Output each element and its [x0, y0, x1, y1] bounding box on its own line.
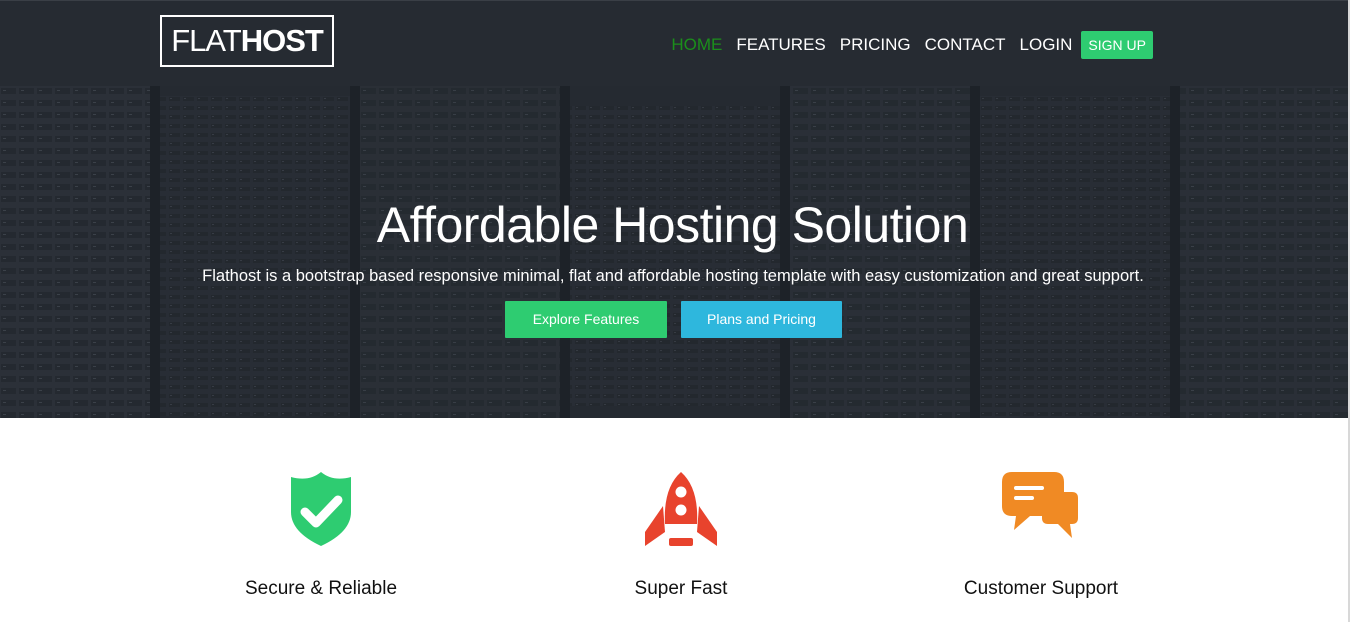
brand-logo[interactable]: FLATHOST — [160, 15, 334, 67]
hero-banner: Affordable Hosting Solution Flathost is … — [0, 86, 1350, 418]
top-navbar: FLATHOST HOME FEATURES PRICING CONTACT L… — [0, 0, 1350, 86]
feature-label: Customer Support — [963, 578, 1119, 599]
main-nav: HOME FEATURES PRICING CONTACT LOGIN SIGN… — [657, 31, 1153, 59]
feature-fast: Super Fast — [501, 418, 861, 622]
nav-item-home[interactable]: HOME — [671, 31, 722, 59]
nav-item-login[interactable]: LOGIN — [1020, 31, 1073, 59]
rocket-icon — [501, 472, 861, 548]
shield-check-icon — [141, 472, 501, 548]
chat-bubbles-icon — [861, 472, 1221, 548]
nav-item-pricing[interactable]: PRICING — [840, 31, 911, 59]
nav-item-contact[interactable]: CONTACT — [925, 31, 1006, 59]
signup-button[interactable]: SIGN UP — [1081, 31, 1153, 59]
hero-title: Affordable Hosting Solution — [376, 197, 969, 253]
brand-logo-bold: HOST — [240, 23, 324, 58]
feature-support: Customer Support — [861, 418, 1221, 622]
feature-label: Secure & Reliable — [244, 578, 398, 599]
brand-logo-light: FLAT — [171, 23, 241, 58]
hero-subtitle: Flathost is a bootstrap based responsive… — [202, 267, 1144, 285]
plans-pricing-button[interactable]: Plans and Pricing — [681, 301, 842, 338]
features-section: Secure & Reliable Super Fast Customer Su — [0, 418, 1350, 622]
feature-label: Super Fast — [634, 578, 728, 599]
feature-secure: Secure & Reliable — [141, 418, 501, 622]
explore-features-button[interactable]: Explore Features — [505, 301, 667, 338]
nav-item-features[interactable]: FEATURES — [736, 31, 825, 59]
